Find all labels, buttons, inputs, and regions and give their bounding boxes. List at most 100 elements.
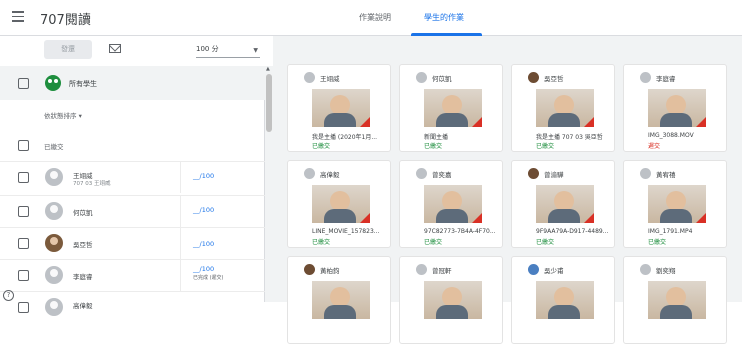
left-scrollbar[interactable]: ▲: [265, 66, 273, 302]
card-student-name: 劉奕翔: [656, 267, 676, 275]
submission-card[interactable]: 王翊威 我是主播 (2020年1月... 已繳交: [287, 64, 391, 152]
student-checkbox[interactable]: [18, 206, 29, 217]
video-thumbnail[interactable]: [312, 281, 370, 319]
avatar: [416, 168, 427, 179]
card-student-name: 曾奕嘉: [432, 171, 452, 179]
divider: [180, 162, 181, 193]
status-badge: 已繳交: [312, 239, 331, 246]
submission-grid: 王翊威 我是主播 (2020年1月... 已繳交 何苡凱 新聞主播 已繳交 吳亞…: [273, 36, 742, 344]
submission-card[interactable]: 高偉毅 LINE_MOVIE_157823... 已繳交: [287, 160, 391, 248]
attachment-name[interactable]: 97C82773-7B4A-4F70...: [424, 228, 502, 235]
attachment-name[interactable]: IMG_1791.MP4: [648, 228, 726, 235]
all-students-row[interactable]: 所有學生: [0, 66, 265, 100]
card-student-name: 高偉毅: [320, 171, 340, 179]
divider: [180, 260, 181, 291]
attachment-name[interactable]: LINE_MOVIE_157823...: [312, 228, 390, 235]
video-thumbnail[interactable]: [648, 89, 706, 127]
email-icon[interactable]: [109, 44, 121, 53]
video-thumbnail[interactable]: [424, 281, 482, 319]
submitted-group-row: 已繳交: [0, 134, 265, 156]
help-icon[interactable]: ?: [3, 290, 14, 301]
student-list-panel: 所有學生 依狀態排序 ▾ 已繳交 王翊威 707 03 王翊威 __/100 何…: [0, 66, 265, 316]
status-badge: 已繳交: [648, 239, 667, 246]
submission-card[interactable]: 吳亞哲 我是主播 707 03 吳亞哲 已繳交: [511, 64, 615, 152]
attachment-name[interactable]: IMG_3088.MOV: [648, 132, 726, 139]
tab-student-work[interactable]: 學生的作業: [424, 12, 464, 23]
scroll-thumb[interactable]: [266, 74, 272, 132]
student-row[interactable]: 吳亞哲 __/100: [0, 227, 265, 259]
submission-card[interactable]: 黃宥禧 IMG_1791.MP4 已繳交: [623, 160, 727, 248]
student-checkbox[interactable]: [18, 302, 29, 313]
status-badge: 已繳交: [536, 239, 555, 246]
submitted-group-label: 已繳交: [44, 143, 64, 151]
avatar: [45, 298, 63, 316]
video-thumbnail[interactable]: [536, 89, 594, 127]
select-all-checkbox[interactable]: [18, 78, 29, 89]
card-student-name: 吳亞哲: [544, 75, 564, 83]
grading-toolbar: 發還 100 分 ▼: [0, 36, 265, 66]
student-checkbox[interactable]: [18, 172, 29, 183]
submission-card[interactable]: 曾奕嘉 97C82773-7B4A-4F70... 已繳交: [399, 160, 503, 248]
avatar: [45, 168, 63, 186]
sort-dropdown[interactable]: 依狀態排序 ▾: [44, 110, 82, 120]
avatar: [528, 72, 539, 83]
menu-icon[interactable]: [12, 11, 24, 22]
grade-input[interactable]: __/100: [193, 172, 214, 180]
student-row[interactable]: 高偉毅: [0, 291, 265, 322]
return-button[interactable]: 發還: [44, 40, 92, 59]
attachment-name[interactable]: 新聞主播: [424, 132, 502, 141]
video-thumbnail[interactable]: [536, 281, 594, 319]
avatar: [416, 264, 427, 275]
avatar: [304, 264, 315, 275]
video-thumbnail[interactable]: [648, 281, 706, 319]
class-title: 707閱讀: [40, 13, 91, 28]
grade-input[interactable]: __/100: [193, 206, 214, 214]
points-dropdown[interactable]: 100 分 ▼: [196, 44, 260, 58]
tab-instructions[interactable]: 作業說明: [359, 12, 391, 23]
submission-card[interactable]: 何苡凱 新聞主播 已繳交: [399, 64, 503, 152]
scroll-up-icon[interactable]: ▲: [266, 66, 270, 72]
card-student-name: 曾冠軒: [432, 267, 452, 275]
top-app-bar: 707閱讀 作業說明 學生的作業: [0, 0, 742, 36]
submission-card[interactable]: 吳少甫: [511, 256, 615, 344]
avatar: [304, 72, 315, 83]
status-badge: 已繳交: [424, 239, 443, 246]
attachment-name[interactable]: 我是主播 (2020年1月...: [312, 132, 390, 141]
student-row[interactable]: 李庭睿 __/100 已完成 (遲交): [0, 259, 265, 291]
attachment-name[interactable]: 我是主播 707 03 吳亞哲: [536, 132, 614, 141]
card-student-name: 黃柏鈞: [320, 267, 340, 275]
avatar: [528, 168, 539, 179]
video-thumbnail[interactable]: [536, 185, 594, 223]
submission-card[interactable]: 曾冠軒: [399, 256, 503, 344]
submission-card[interactable]: 李庭睿 IMG_3088.MOV 遲交: [623, 64, 727, 152]
card-student-name: 何苡凱: [432, 75, 452, 83]
student-row[interactable]: 何苡凱 __/100: [0, 195, 265, 227]
student-row[interactable]: 王翊威 707 03 王翊威 __/100: [0, 161, 265, 193]
video-thumbnail[interactable]: [424, 89, 482, 127]
avatar: [45, 202, 63, 220]
submission-card[interactable]: 曾渝驊 9F9AA79A-D917-4489... 已繳交: [511, 160, 615, 248]
divider: [180, 228, 181, 259]
card-student-name: 黃宥禧: [656, 171, 676, 179]
card-student-name: 李庭睿: [656, 75, 676, 83]
avatar: [528, 264, 539, 275]
late-status: 已完成 (遲交): [193, 275, 224, 281]
video-thumbnail[interactable]: [648, 185, 706, 223]
student-checkbox[interactable]: [18, 270, 29, 281]
avatar: [304, 168, 315, 179]
submission-card[interactable]: 劉奕翔: [623, 256, 727, 344]
video-thumbnail[interactable]: [312, 185, 370, 223]
select-submitted-checkbox[interactable]: [18, 140, 29, 151]
video-thumbnail[interactable]: [424, 185, 482, 223]
video-thumbnail[interactable]: [312, 89, 370, 127]
grade-input[interactable]: __/100: [193, 265, 214, 273]
status-badge: 已繳交: [312, 143, 331, 150]
avatar: [640, 168, 651, 179]
grade-input[interactable]: __/100: [193, 240, 214, 248]
student-checkbox[interactable]: [18, 238, 29, 249]
divider: [180, 196, 181, 227]
group-icon: [45, 75, 61, 91]
avatar: [45, 266, 63, 284]
submission-card[interactable]: 黃柏鈞: [287, 256, 391, 344]
attachment-name[interactable]: 9F9AA79A-D917-4489...: [536, 228, 614, 235]
